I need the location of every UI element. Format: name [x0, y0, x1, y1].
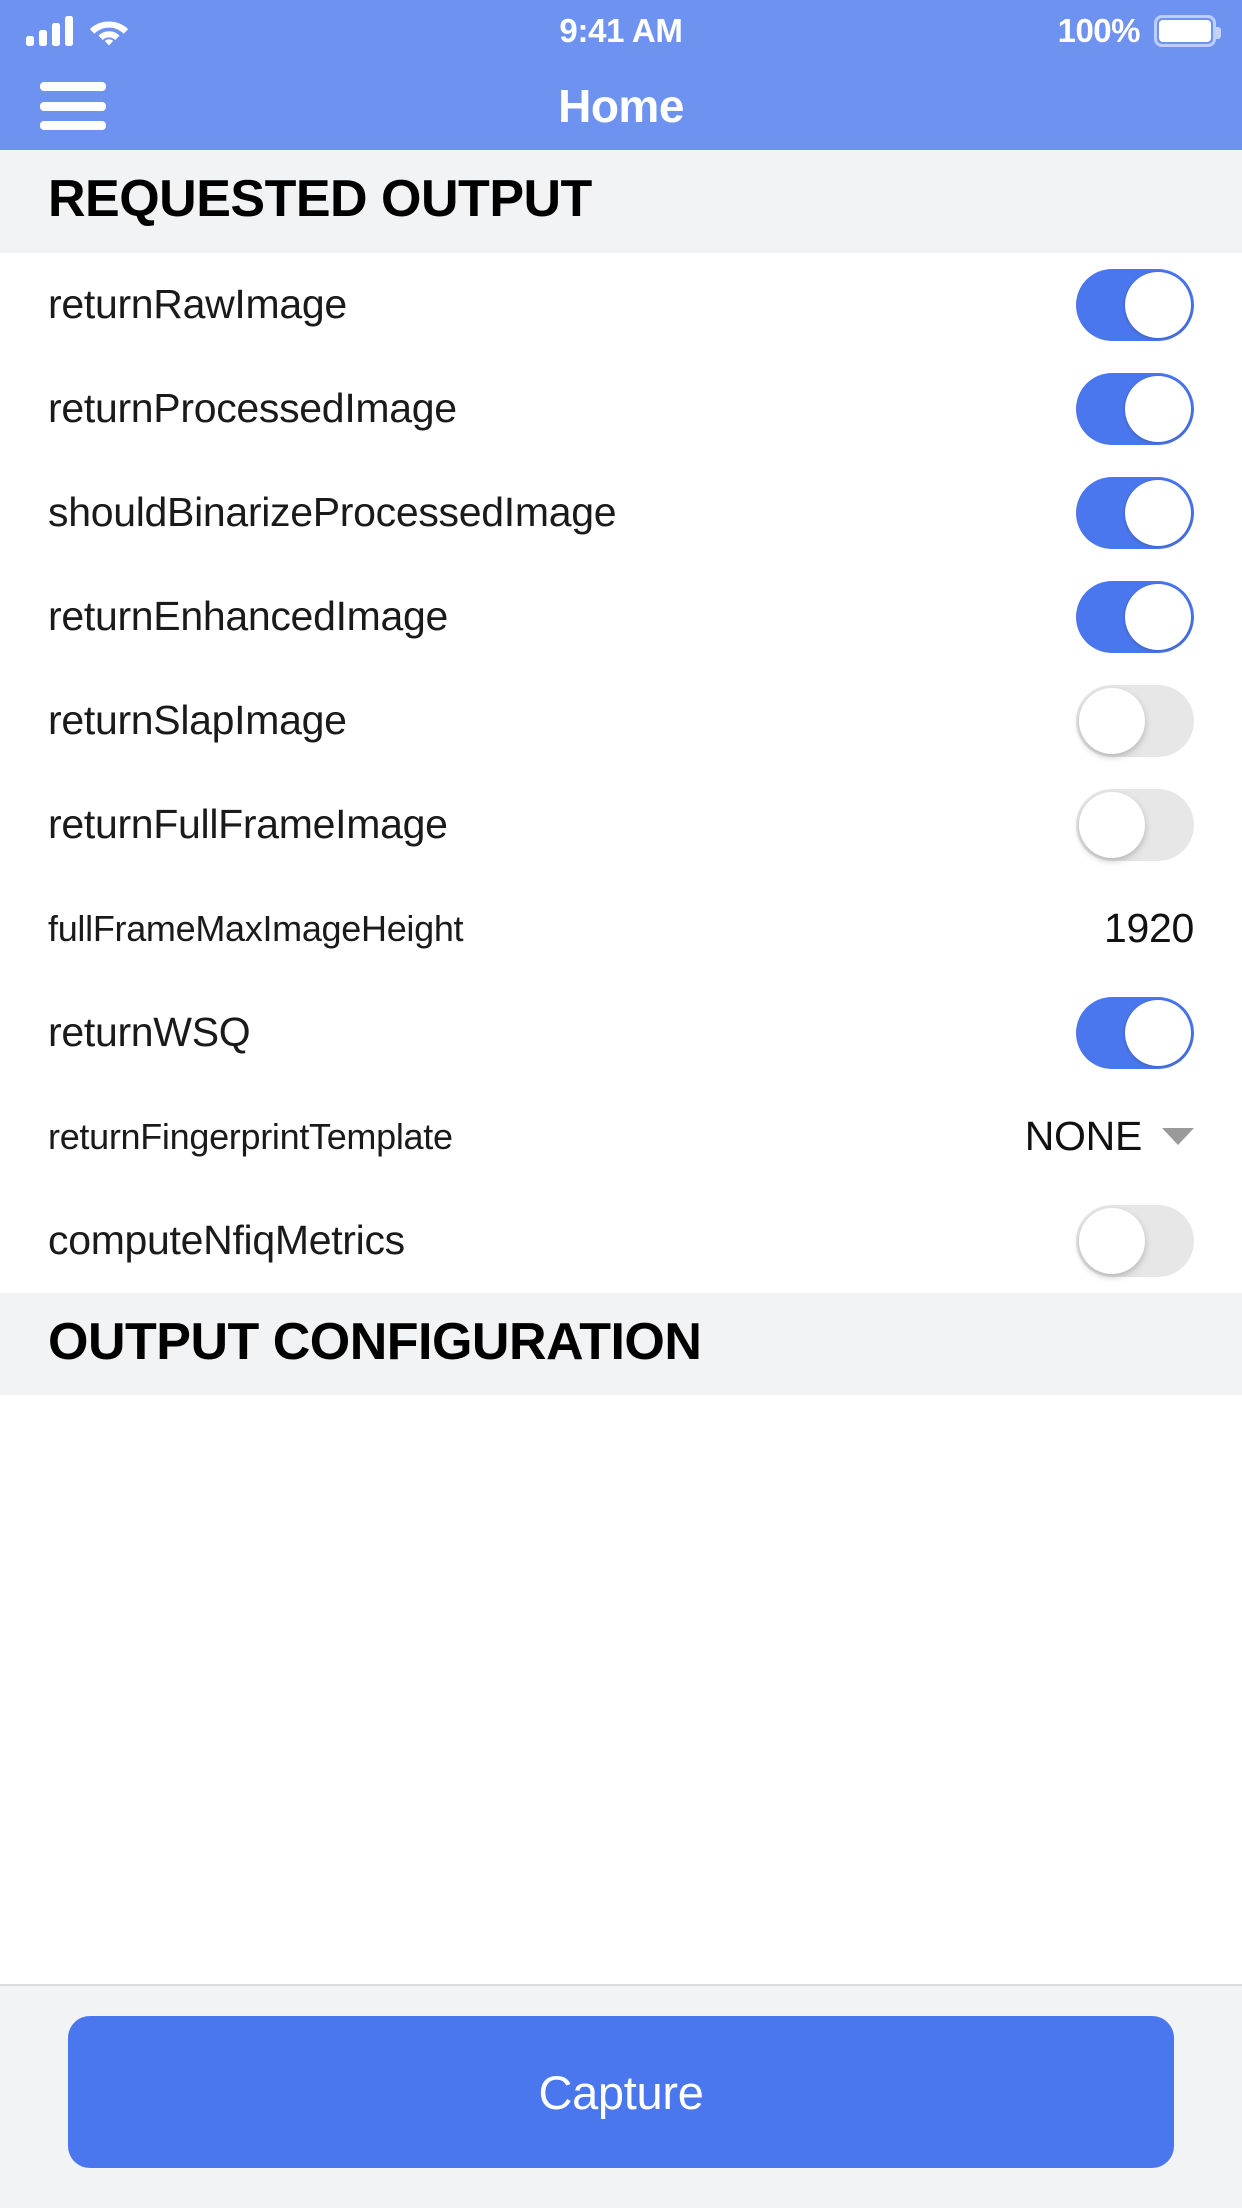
setting-row-returnProcessedImage[interactable]: returnProcessedImage — [0, 356, 1242, 461]
toggle-returnWSQ[interactable] — [1076, 996, 1194, 1069]
section-header-requested-output: REQUESTED OUTPUT — [0, 150, 1242, 253]
dropdown-returnFingerprintTemplate[interactable]: NONE — [1025, 1113, 1194, 1160]
setting-label: returnSlapImage — [48, 697, 347, 744]
capture-button[interactable]: Capture — [68, 2016, 1174, 2168]
setting-row-computeNfiqMetrics[interactable]: computeNfiqMetrics — [0, 1188, 1242, 1293]
hamburger-menu-icon[interactable] — [40, 82, 106, 130]
setting-label: returnFullFrameImage — [48, 801, 448, 848]
wifi-icon — [89, 21, 129, 46]
setting-row-returnEnhancedImage[interactable]: returnEnhancedImage — [0, 564, 1242, 669]
settings-list: REQUESTED OUTPUT returnRawImage returnPr… — [0, 150, 1242, 1984]
page-title: Home — [558, 80, 684, 132]
toggle-returnEnhancedImage[interactable] — [1076, 580, 1194, 653]
status-bar-time: 9:41 AM — [559, 12, 683, 49]
setting-label: returnRawImage — [48, 281, 347, 328]
setting-label: returnFingerprintTemplate — [48, 1115, 453, 1157]
navigation-bar: Home — [0, 62, 1242, 150]
setting-label: returnEnhancedImage — [48, 593, 449, 640]
setting-label: computeNfiqMetrics — [48, 1217, 405, 1264]
setting-label: shouldBinarizeProcessedImage — [48, 489, 617, 536]
setting-value-fullFrameMaxImageHeight[interactable]: 1920 — [1104, 905, 1194, 952]
list-spacer — [0, 1395, 1242, 1984]
status-bar: 9:41 AM 100% — [0, 0, 1242, 62]
setting-row-shouldBinarizeProcessedImage[interactable]: shouldBinarizeProcessedImage — [0, 460, 1242, 565]
toggle-returnFullFrameImage[interactable] — [1076, 788, 1194, 861]
section-title: REQUESTED OUTPUT — [48, 170, 592, 228]
toggle-returnRawImage[interactable] — [1076, 268, 1194, 341]
bottom-action-bar: Capture — [0, 1984, 1242, 2208]
setting-row-returnFingerprintTemplate[interactable]: returnFingerprintTemplate NONE — [0, 1084, 1242, 1189]
toggle-shouldBinarizeProcessedImage[interactable] — [1076, 476, 1194, 549]
setting-row-returnWSQ[interactable]: returnWSQ — [0, 980, 1242, 1085]
status-bar-right: 100% — [886, 12, 1221, 50]
toggle-returnProcessedImage[interactable] — [1076, 372, 1194, 445]
setting-row-returnSlapImage[interactable]: returnSlapImage — [0, 668, 1242, 773]
toggle-returnSlapImage[interactable] — [1076, 684, 1194, 757]
dropdown-selected-value: NONE — [1024, 1113, 1143, 1160]
toggle-computeNfiqMetrics[interactable] — [1076, 1204, 1194, 1277]
setting-label: returnWSQ — [48, 1009, 251, 1056]
setting-row-returnFullFrameImage[interactable]: returnFullFrameImage — [0, 772, 1242, 877]
section-title: OUTPUT CONFIGURATION — [48, 1312, 702, 1371]
status-bar-left — [26, 16, 356, 46]
app-screen: 9:41 AM 100% Home REQUESTED OUTPUT retur… — [0, 0, 1242, 2208]
chevron-down-icon — [1162, 1128, 1194, 1146]
section-header-output-configuration: OUTPUT CONFIGURATION — [0, 1292, 1242, 1396]
setting-row-returnRawImage[interactable]: returnRawImage — [0, 252, 1242, 357]
setting-label: fullFrameMaxImageHeight — [48, 907, 464, 949]
battery-percentage: 100% — [1057, 12, 1141, 49]
setting-row-fullFrameMaxImageHeight[interactable]: fullFrameMaxImageHeight 1920 — [0, 876, 1242, 981]
cellular-signal-icon — [26, 16, 73, 46]
battery-full-icon — [1154, 15, 1221, 47]
setting-label: returnProcessedImage — [48, 385, 457, 432]
